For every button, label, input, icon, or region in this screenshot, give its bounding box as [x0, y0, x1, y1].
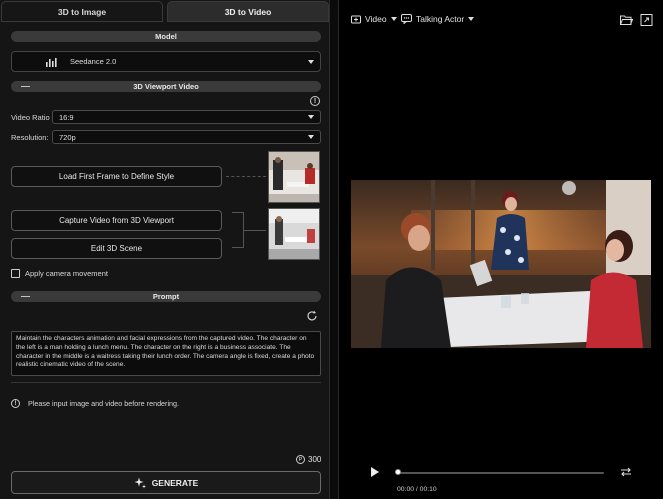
sparkle-icon [134, 477, 146, 488]
resolution-label: Resolution: [11, 133, 49, 142]
model-name: Seedance 2.0 [70, 57, 117, 66]
prompt-section-header[interactable]: — Prompt [11, 291, 321, 302]
edit-3d-scene-label: Edit 3D Scene [90, 244, 143, 253]
folder-open-icon[interactable] [620, 14, 633, 26]
connector-line [244, 230, 266, 231]
first-frame-thumbnail[interactable] [268, 151, 320, 203]
mode-tabs: 3D to Image 3D to Video [0, 0, 330, 23]
prompt-text: Maintain the characters animation and fa… [16, 335, 315, 369]
collapse-icon[interactable]: — [21, 81, 30, 91]
chevron-down-icon [308, 59, 314, 64]
info-icon: ! [11, 399, 20, 408]
load-first-frame-label: Load First Frame to Define Style [58, 172, 175, 181]
tab-3d-to-video[interactable]: 3D to Video [167, 1, 329, 22]
generate-button[interactable]: GENERATE [11, 471, 321, 494]
chat-bubble-icon [401, 14, 412, 24]
info-icon[interactable]: ! [310, 96, 320, 106]
video-preview[interactable] [351, 180, 651, 348]
video-ratio-value: 16:9 [59, 112, 74, 122]
chevron-down-icon [308, 115, 314, 119]
video-viewer-panel: Video Talking Actor 00:00 / 00:10 [338, 0, 663, 499]
edit-3d-scene-button[interactable]: Edit 3D Scene [11, 238, 222, 259]
status-message: ! Please input image and video before re… [11, 399, 179, 408]
connector-line [226, 176, 266, 177]
play-icon[interactable] [371, 467, 379, 477]
chevron-down-icon [390, 17, 397, 21]
video-mode-label: Video [365, 14, 387, 24]
model-header-label: Model [155, 32, 177, 41]
resolution-value: 720p [59, 132, 76, 142]
talking-actor-label: Talking Actor [416, 14, 465, 24]
video-add-icon [351, 15, 361, 24]
viewport-thumbnail-image [269, 209, 319, 259]
chevron-down-icon [308, 135, 314, 139]
captured-video-thumbnail[interactable] [268, 208, 320, 260]
capture-video-button[interactable]: Capture Video from 3D Viewport [11, 210, 222, 231]
viewport-section-header[interactable]: — 3D Viewport Video [11, 81, 321, 92]
restaurant-scene-image [351, 180, 651, 348]
video-ratio-label: Video Ratio [11, 113, 50, 122]
model-section-header: Model [11, 31, 321, 42]
scene-thumbnail-image [269, 152, 319, 202]
camera-movement-checkbox[interactable] [11, 269, 20, 278]
video-mode-dropdown[interactable]: Video [351, 14, 397, 24]
viewport-header-label: 3D Viewport Video [133, 82, 199, 91]
load-first-frame-button[interactable]: Load First Frame to Define Style [11, 166, 222, 187]
fullscreen-icon[interactable] [640, 14, 653, 26]
prompt-header-label: Prompt [152, 292, 180, 301]
chevron-down-icon [468, 17, 475, 21]
refresh-icon[interactable] [306, 310, 318, 322]
loop-icon[interactable] [619, 466, 633, 478]
model-dropdown[interactable]: Seedance 2.0 [11, 51, 321, 72]
camera-movement-toggle[interactable]: Apply camera movement [11, 269, 108, 278]
divider [11, 382, 321, 383]
credit-coin-icon: P [296, 455, 305, 464]
credit-value: 300 [308, 455, 322, 464]
tab-3d-to-image[interactable]: 3D to Image [1, 1, 163, 22]
bars-logo-icon [46, 58, 57, 67]
generate-label: GENERATE [151, 477, 199, 488]
capture-video-label: Capture Video from 3D Viewport [59, 216, 174, 225]
settings-panel: 3D to Image 3D to Video Model Seedance 2… [0, 0, 330, 499]
resolution-select[interactable]: 720p [52, 130, 321, 144]
talking-actor-dropdown[interactable]: Talking Actor [401, 14, 475, 24]
video-ratio-select[interactable]: 16:9 [52, 110, 321, 124]
scrubber-handle[interactable] [395, 469, 401, 475]
prompt-textarea[interactable]: Maintain the characters animation and fa… [11, 331, 321, 376]
camera-movement-label: Apply camera movement [25, 269, 108, 278]
connector-bracket [232, 212, 244, 248]
timeline-scrubber[interactable] [398, 472, 604, 474]
collapse-icon[interactable]: — [21, 291, 30, 301]
credit-cost: P 300 [296, 455, 321, 464]
playback-time: 00:00 / 00:10 [397, 486, 437, 493]
status-text: Please input image and video before rend… [28, 399, 180, 408]
